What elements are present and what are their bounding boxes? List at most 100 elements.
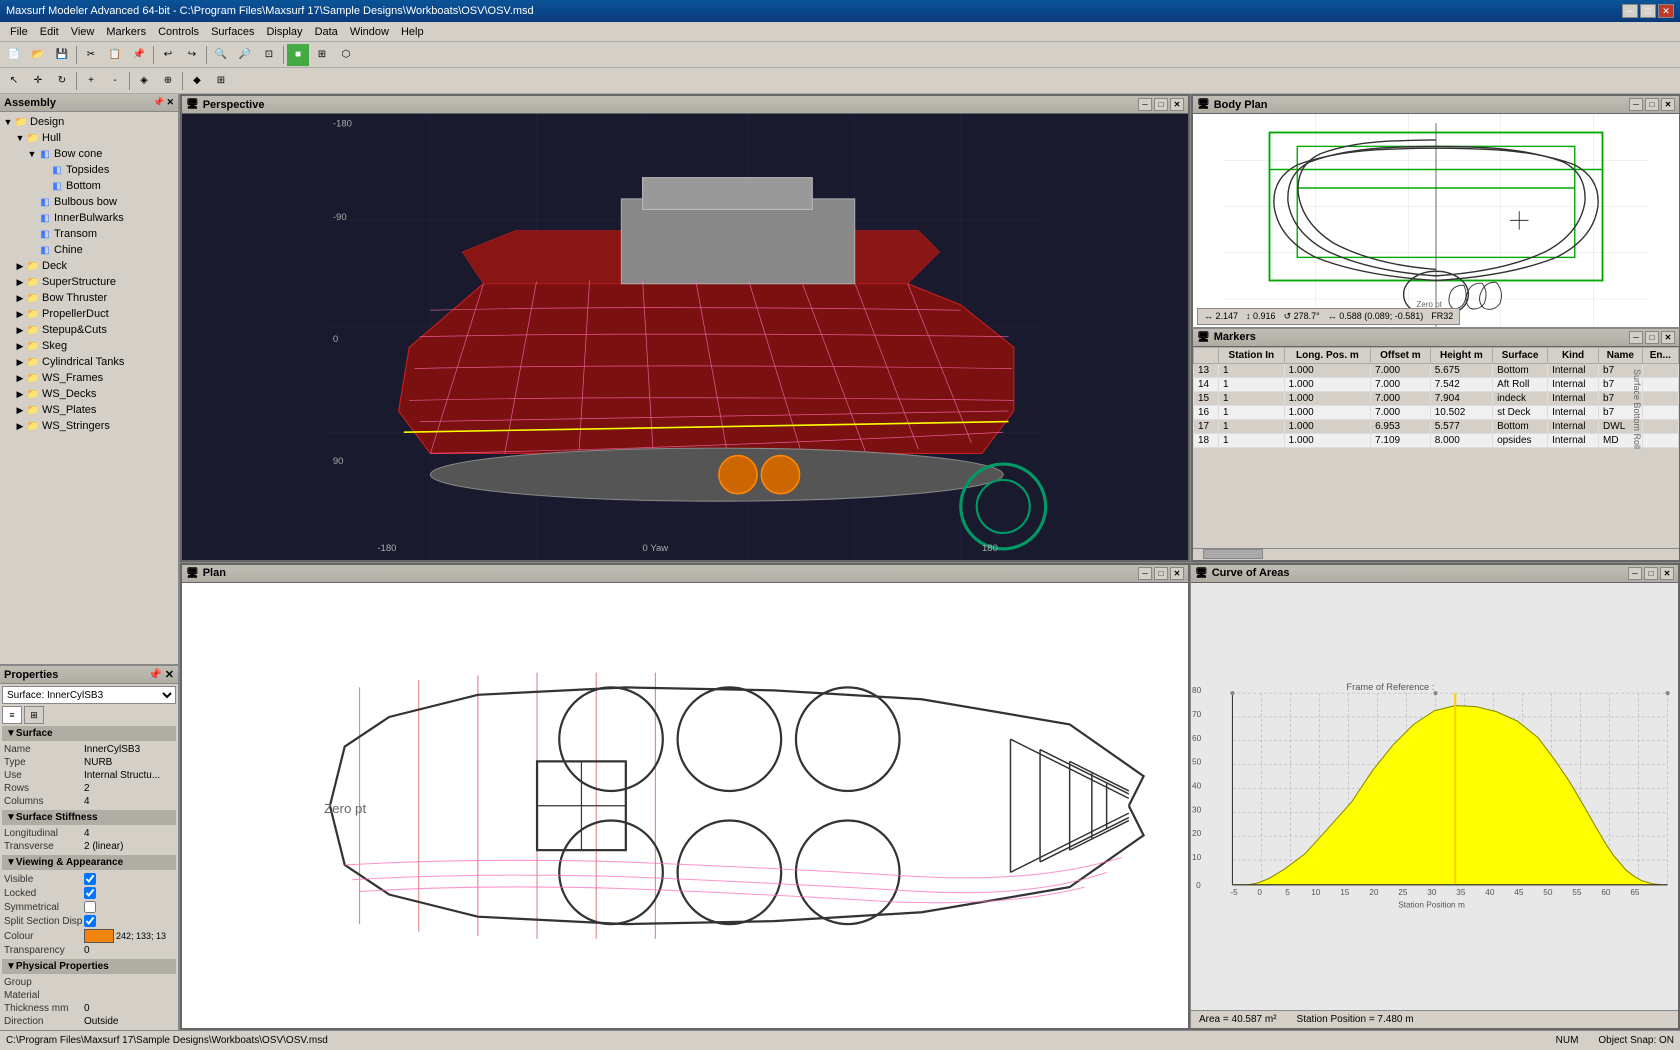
coa-max[interactable]: □ [1644, 567, 1658, 580]
table-row[interactable]: 14 1 1.000 7.000 7.542 Aft Roll Internal… [1194, 377, 1679, 391]
innerbulwarks-expand[interactable] [26, 212, 38, 224]
tree-bowthruster[interactable]: ▶ 📁 Bow Thruster [2, 290, 176, 306]
plan-close[interactable]: ✕ [1170, 567, 1184, 580]
tree-transom[interactable]: ◧ Transom [2, 226, 176, 242]
hull-expand[interactable]: ▼ [14, 132, 26, 144]
tree-wsframes[interactable]: ▶ 📁 WS_Frames [2, 370, 176, 386]
select-btn[interactable]: ↖ [3, 70, 25, 92]
tree-bulbousbow[interactable]: ◧ Bulbous bow [2, 194, 176, 210]
minimize-button[interactable]: ─ [1622, 4, 1638, 18]
wire-btn[interactable]: ⊞ [311, 44, 333, 66]
deck-expand[interactable]: ▶ [14, 260, 26, 272]
tree-hull[interactable]: ▼ 📁 Hull [2, 130, 176, 146]
bowcone-expand[interactable]: ▼ [26, 148, 38, 160]
menu-item-window[interactable]: Window [344, 24, 395, 40]
surface-section-header[interactable]: ▼Surface [2, 726, 176, 741]
props-close[interactable]: ✕ [165, 669, 174, 681]
table-row[interactable]: 17 1 1.000 6.953 5.577 Bottom Internal D… [1194, 419, 1679, 433]
stiffness-section-header[interactable]: ▼Surface Stiffness [2, 810, 176, 825]
maximize-button[interactable]: □ [1640, 4, 1656, 18]
markers-close[interactable]: ✕ [1661, 331, 1675, 344]
tree-wsstringers[interactable]: ▶ 📁 WS_Stringers [2, 418, 176, 434]
zoom-out-btn[interactable]: 🔎 [234, 44, 256, 66]
markers-scrollbar[interactable] [1193, 548, 1679, 560]
markers-max[interactable]: □ [1645, 331, 1659, 344]
fit-btn[interactable]: ⊡ [258, 44, 280, 66]
redo-btn[interactable]: ↪ [181, 44, 203, 66]
locked-checkbox[interactable] [84, 887, 96, 899]
persp-btn[interactable]: ⬡ [335, 44, 357, 66]
menu-item-help[interactable]: Help [395, 24, 430, 40]
physical-section-header[interactable]: ▼Physical Properties [2, 959, 176, 974]
table-row[interactable]: 18 1 1.000 7.109 8.000 opsides Internal … [1194, 433, 1679, 447]
del-cp-btn[interactable]: - [104, 70, 126, 92]
tree-bowcone[interactable]: ▼ ◧ Bow cone [2, 146, 176, 162]
tree-wsplates[interactable]: ▶ 📁 WS_Plates [2, 402, 176, 418]
persp-min[interactable]: ─ [1138, 98, 1152, 111]
rotate-btn[interactable]: ↻ [51, 70, 73, 92]
plan-viewport[interactable]: 🖥 Plan ─ □ ✕ [180, 563, 1190, 1031]
splitsection-checkbox[interactable] [84, 915, 96, 927]
props-pin[interactable]: 📌 [148, 669, 162, 681]
perspective-content[interactable]: -90 0 90 -180 -180 0 Yaw 180 [182, 114, 1188, 560]
su-expand[interactable]: ▶ [14, 324, 26, 336]
markers-viewport[interactable]: 🖥 Markers ─ □ ✕ [1191, 328, 1680, 562]
coa-content[interactable]: 0 10 20 30 40 50 60 70 80 -5 0 5 10 [1191, 583, 1678, 1011]
wss-expand[interactable]: ▶ [14, 420, 26, 432]
bp-min[interactable]: ─ [1629, 98, 1643, 111]
assembly-pin[interactable]: 📌 [153, 97, 164, 108]
copy-btn[interactable]: 📋 [104, 44, 126, 66]
transom-expand[interactable] [26, 228, 38, 240]
colour-swatch[interactable] [84, 929, 114, 943]
props-tab-1[interactable]: ≡ [2, 706, 22, 724]
tree-deck[interactable]: ▶ 📁 Deck [2, 258, 176, 274]
add-cp-btn[interactable]: + [80, 70, 102, 92]
markers-min[interactable]: ─ [1629, 331, 1643, 344]
menu-item-markers[interactable]: Markers [100, 24, 152, 40]
snap-btn[interactable]: ⊕ [157, 70, 179, 92]
assembly-tree[interactable]: ▼ 📁 Design ▼ 📁 Hull ▼ ◧ Bow cone ◧ Topsi… [0, 112, 178, 664]
menu-item-surfaces[interactable]: Surfaces [205, 24, 260, 40]
chine-expand[interactable] [26, 244, 38, 256]
tree-bottom[interactable]: ◧ Bottom [2, 178, 176, 194]
coa-close[interactable]: ✕ [1660, 567, 1674, 580]
props-tab-2[interactable]: ⊞ [24, 706, 44, 724]
tree-skeg[interactable]: ▶ 📁 Skeg [2, 338, 176, 354]
markers-scrollthumb[interactable] [1203, 549, 1263, 559]
shade-btn[interactable]: ■ [287, 44, 309, 66]
bulbousbow-expand[interactable] [26, 196, 38, 208]
topsides-expand[interactable] [38, 164, 50, 176]
tree-design[interactable]: ▼ 📁 Design [2, 114, 176, 130]
table-row[interactable]: 16 1 1.000 7.000 10.502 st Deck Internal… [1194, 405, 1679, 419]
wsd-expand[interactable]: ▶ [14, 388, 26, 400]
tree-stepupcuts[interactable]: ▶ 📁 Stepup&Cuts [2, 322, 176, 338]
bodyplan-viewport[interactable]: 🖥 Body Plan ─ □ ✕ [1191, 94, 1680, 328]
visible-checkbox[interactable] [84, 873, 96, 885]
bt-expand[interactable]: ▶ [14, 292, 26, 304]
design-expand[interactable]: ▼ [2, 116, 14, 128]
paste-btn[interactable]: 📌 [128, 44, 150, 66]
tree-chine[interactable]: ◧ Chine [2, 242, 176, 258]
undo-btn[interactable]: ↩ [157, 44, 179, 66]
bp-close[interactable]: ✕ [1661, 98, 1675, 111]
marker-btn[interactable]: ◆ [186, 70, 208, 92]
coa-min[interactable]: ─ [1628, 567, 1642, 580]
menu-item-controls[interactable]: Controls [152, 24, 205, 40]
close-button[interactable]: ✕ [1658, 4, 1674, 18]
tree-propellerduct[interactable]: ▶ 📁 PropellerDuct [2, 306, 176, 322]
tree-topsides[interactable]: ◧ Topsides [2, 162, 176, 178]
symmetrical-checkbox[interactable] [84, 901, 96, 913]
bodyplan-content[interactable]: Zero pt ↔ 2.147 ↕ 0.916 ↺ 278.7° ↔ 0.588… [1193, 114, 1679, 327]
grid-btn[interactable]: ⊞ [210, 70, 232, 92]
wsf-expand[interactable]: ▶ [14, 372, 26, 384]
table-row[interactable]: 13 1 1.000 7.000 5.675 Bottom Internal b… [1194, 363, 1679, 377]
surface-select[interactable]: Surface: InnerCylSB3 [2, 686, 176, 704]
open-btn[interactable]: 📂 [27, 44, 49, 66]
assembly-close[interactable]: ✕ [166, 97, 174, 108]
tree-superstructure[interactable]: ▶ 📁 SuperStructure [2, 274, 176, 290]
ct-expand[interactable]: ▶ [14, 356, 26, 368]
table-row[interactable]: 15 1 1.000 7.000 7.904 indeck Internal b… [1194, 391, 1679, 405]
persp-max[interactable]: □ [1154, 98, 1168, 111]
plan-max[interactable]: □ [1154, 567, 1168, 580]
zoom-in-btn[interactable]: 🔍 [210, 44, 232, 66]
